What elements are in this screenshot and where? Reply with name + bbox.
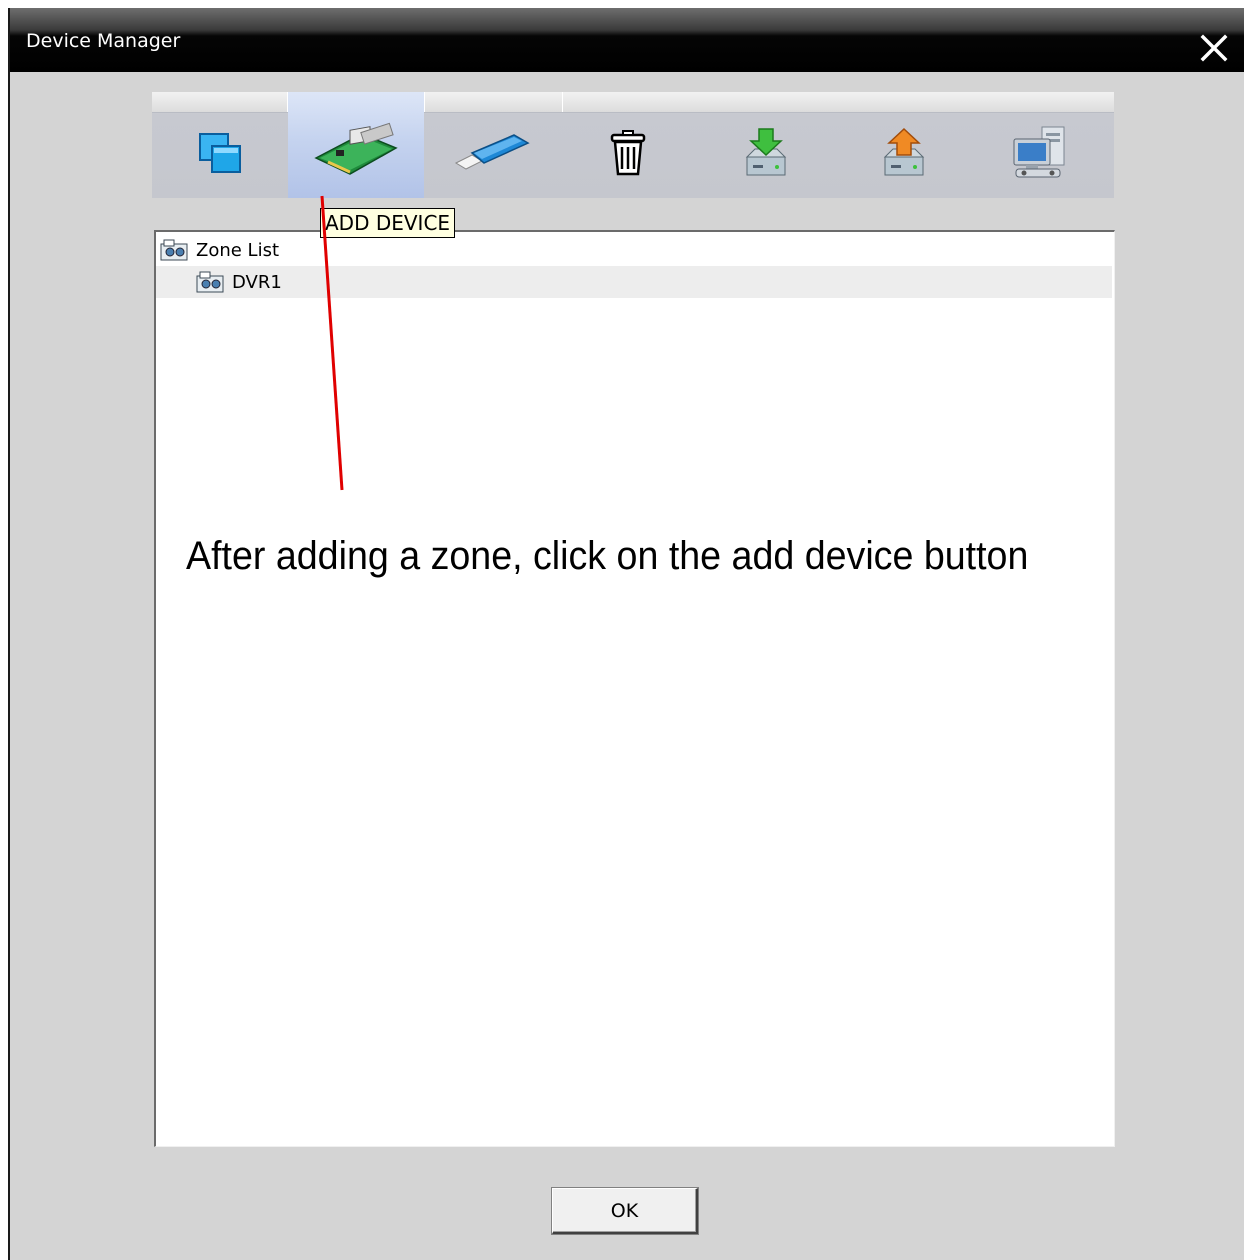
add-device-button[interactable] <box>288 92 424 198</box>
tree-item-zone-list[interactable]: Zone List <box>160 234 1060 266</box>
usb-stick-icon <box>452 133 532 177</box>
trash-icon <box>608 129 648 181</box>
import-button[interactable] <box>698 112 834 198</box>
network-button[interactable] <box>972 112 1108 198</box>
toolbar-separator <box>562 92 563 112</box>
modify-device-button[interactable] <box>424 112 560 198</box>
add-zone-button[interactable] <box>152 112 288 198</box>
tree-item-label: Zone List <box>196 239 280 261</box>
toolbar <box>152 92 1114 198</box>
camera-group-icon <box>196 270 224 294</box>
upload-drive-icon <box>881 127 927 183</box>
ok-button[interactable]: OK <box>552 1188 698 1234</box>
pci-card-icon <box>306 120 406 184</box>
networked-computers-icon <box>1010 125 1070 185</box>
device-manager-window: Device Manager Zone List DVR1 OK <box>8 8 1244 1260</box>
export-button[interactable] <box>836 112 972 198</box>
add-device-tooltip: ADD DEVICE <box>320 208 456 238</box>
add-zone-icon <box>194 130 246 180</box>
camera-group-icon <box>160 238 188 262</box>
tree-item-label: DVR1 <box>232 271 282 293</box>
delete-button[interactable] <box>560 112 696 198</box>
zone-tree: Zone List DVR1 <box>154 230 1115 1147</box>
close-icon[interactable] <box>1198 32 1230 64</box>
annotation-text: After adding a zone, click on the add de… <box>186 534 1029 578</box>
download-drive-icon <box>743 127 789 183</box>
window-title: Device Manager <box>26 30 181 52</box>
title-bar: Device Manager <box>10 8 1244 72</box>
toolbar-separator <box>424 92 425 112</box>
tree-item-dvr1[interactable]: DVR1 <box>156 266 1112 298</box>
